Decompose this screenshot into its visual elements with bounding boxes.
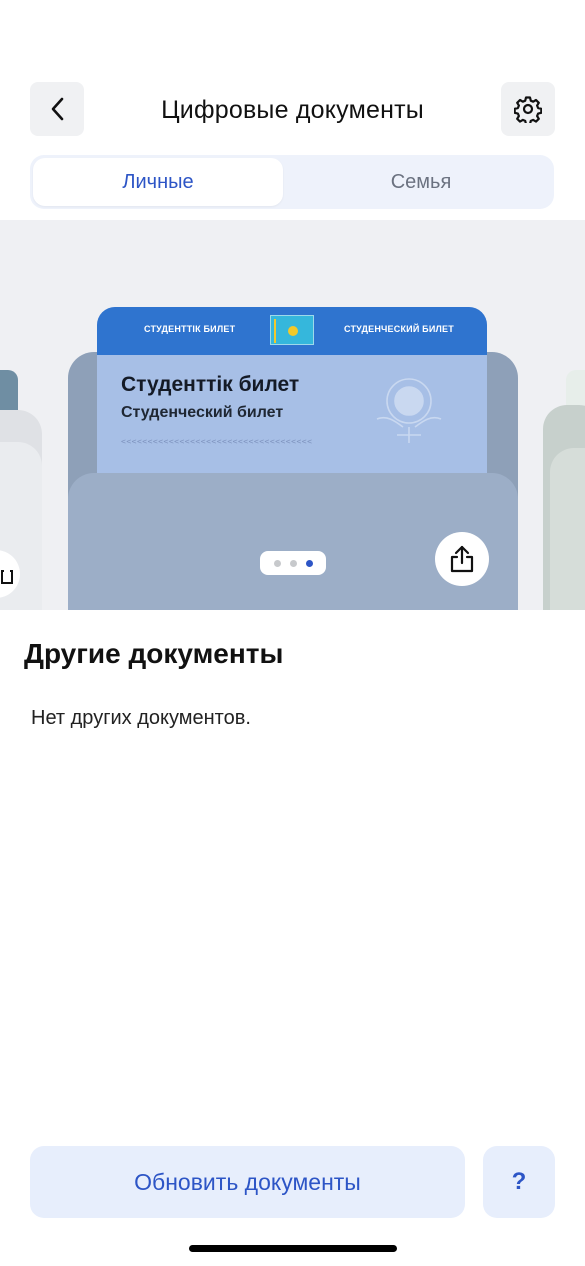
- share-icon: [1, 570, 13, 584]
- page-dot-active: [305, 559, 313, 567]
- share-button[interactable]: [435, 532, 489, 586]
- other-documents-title: Другие документы: [24, 638, 284, 669]
- header: Цифровые документы: [0, 82, 585, 138]
- help-button[interactable]: ?: [483, 1146, 555, 1218]
- tab-switcher: Личные Семья: [30, 155, 554, 209]
- page-indicator: [260, 551, 326, 575]
- tab-personal[interactable]: Личные: [33, 158, 283, 206]
- page-dot: [273, 559, 281, 567]
- card-mrz-line: <<<<<<<<<<<<<<<<<<<<<<<<<<<<<<<<<<<<: [121, 437, 313, 446]
- settings-button[interactable]: [501, 82, 555, 136]
- page-title: Цифровые документы: [161, 96, 424, 124]
- share-icon: [450, 545, 474, 573]
- kazakhstan-flag-icon: [270, 315, 314, 345]
- emblem-icon: [376, 378, 442, 443]
- card-title: Студенттік билет: [121, 373, 300, 396]
- tab-family[interactable]: Семья: [292, 158, 550, 206]
- card-header-band: СТУДЕНТТІК БИЛЕТ СТУДЕНЧЕСКИЙ БИЛЕТ: [97, 307, 487, 355]
- empty-state-text: Нет других документов.: [31, 707, 251, 729]
- refresh-documents-button[interactable]: Обновить документы: [30, 1146, 465, 1218]
- card-band-right-text: СТУДЕНЧЕСКИЙ БИЛЕТ: [344, 324, 454, 334]
- gear-icon: [514, 96, 542, 123]
- home-indicator: [189, 1245, 397, 1252]
- card-band-left-text: СТУДЕНТТІК БИЛЕТ: [144, 324, 236, 334]
- next-wallet-front: [550, 448, 585, 610]
- documents-carousel[interactable]: СТУДЕНТТІК БИЛЕТ СТУДЕНЧЕСКИЙ БИЛЕТ Студ…: [0, 220, 585, 610]
- page-dot: [289, 559, 297, 567]
- card-subtitle: Студенческий билет: [121, 404, 284, 421]
